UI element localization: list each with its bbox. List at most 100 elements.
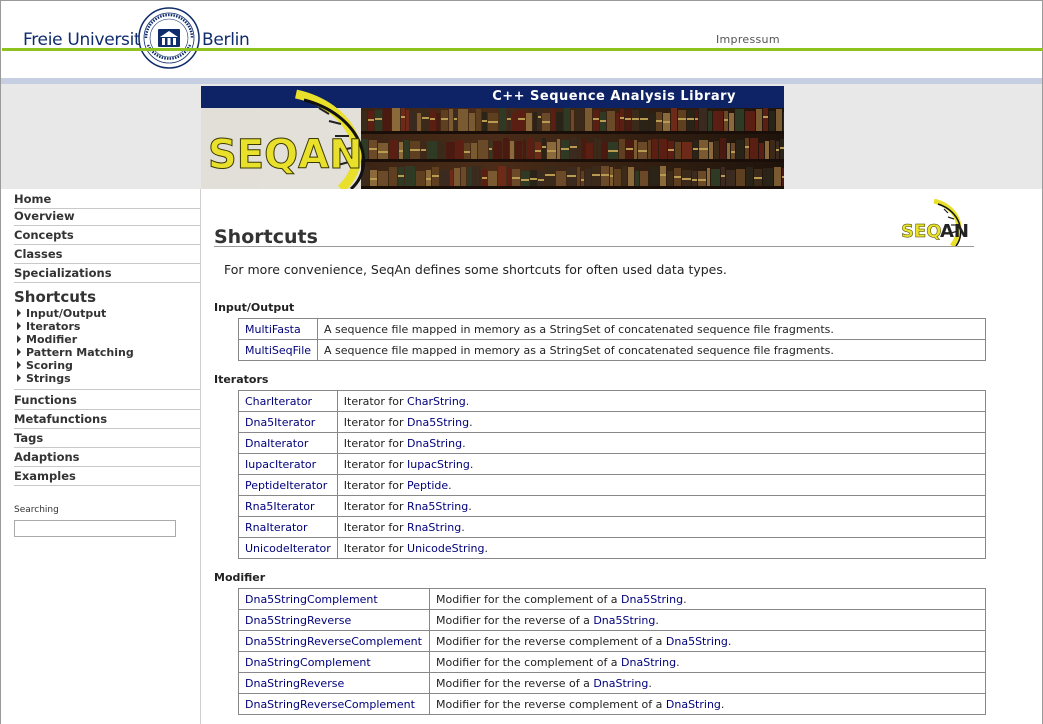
type-link[interactable]: Dna5String <box>407 416 469 429</box>
triangle-right-icon <box>17 348 21 356</box>
triangle-right-icon <box>17 322 21 330</box>
type-link[interactable]: DnaString <box>407 437 462 450</box>
sidebar-item-metafunctions[interactable]: Metafunctions <box>14 412 200 429</box>
sidebar-item-concepts[interactable]: Concepts <box>14 228 200 245</box>
type-link[interactable]: DnaString <box>621 656 676 669</box>
type-link[interactable]: CharString <box>407 395 466 408</box>
table-row: Dna5Iterator Iterator for Dna5String. <box>238 411 987 433</box>
shortcut-link[interactable]: PeptideIterator <box>245 479 327 492</box>
seqan-logo-text: SEQAN <box>208 132 363 178</box>
shortcut-description: Iterator for RnaString. <box>336 516 987 538</box>
seqan-banner: C++ Sequence Analysis Library SEQAN <box>201 86 784 189</box>
shortcut-link[interactable]: DnaStringReverseComplement <box>245 698 415 711</box>
shortcut-description: Iterator for CharString. <box>336 390 987 412</box>
shortcut-description: Modifier for the reverse of a Dna5String… <box>429 609 986 631</box>
sidebar-subitem-scoring[interactable]: Scoring <box>17 359 73 372</box>
impressum-link[interactable]: Impressum <box>716 33 780 46</box>
table-row: DnaStringComplement Modifier for the comp… <box>238 651 986 673</box>
shortcut-link[interactable]: IupacIterator <box>245 458 316 471</box>
sidebar-subitem-input-output[interactable]: Input/Output <box>17 307 106 320</box>
table-row: MultiSeqFile A sequence file mapped in m… <box>237 339 986 361</box>
search-label: Searching <box>14 505 59 515</box>
shortcuts-table-modifier: Dna5StringComplement Modifier for the com… <box>238 588 986 715</box>
table-row: Rna5Iterator Iterator for Rna5String. <box>238 495 987 517</box>
shortcut-link[interactable]: Dna5StringReverse <box>245 614 351 627</box>
sidebar-current-section[interactable]: Shortcuts <box>14 288 96 306</box>
sidebar-item-classes[interactable]: Classes <box>14 247 200 264</box>
sidebar-item-functions[interactable]: Functions <box>14 393 200 410</box>
seqan-small-logo-icon: SEQ AN <box>901 199 969 246</box>
sidebar-subitem-iterators[interactable]: Iterators <box>17 320 80 333</box>
shortcut-link[interactable]: DnaIterator <box>245 437 308 450</box>
table-row: DnaIterator Iterator for DnaString. <box>238 432 987 454</box>
triangle-right-icon <box>17 361 21 369</box>
table-row: DnaStringReverse Modifier for the reverse… <box>238 672 986 694</box>
table-row: Dna5StringComplement Modifier for the com… <box>238 588 986 610</box>
shortcut-link[interactable]: Dna5StringReverseComplement <box>245 635 422 648</box>
shortcut-link[interactable]: RnaIterator <box>245 521 308 534</box>
sidebar-subitem-pattern-matching[interactable]: Pattern Matching <box>17 346 134 359</box>
search-input[interactable] <box>14 520 176 537</box>
sidebar-subitem-modifier[interactable]: Modifier <box>17 333 77 346</box>
table-row: RnaIterator Iterator for RnaString. <box>238 516 987 538</box>
university-name-left: Freie Universität <box>23 30 157 50</box>
sidebar-item-overview[interactable]: Overview <box>14 209 200 226</box>
triangle-right-icon <box>17 335 21 343</box>
title-divider <box>214 246 974 247</box>
seqan-logo-icon: SEQAN <box>208 89 366 189</box>
triangle-right-icon <box>17 309 21 317</box>
svg-text:AN: AN <box>940 221 969 242</box>
shortcut-link[interactable]: MultiSeqFile <box>245 344 311 357</box>
shortcut-description: Iterator for Dna5String. <box>336 411 987 433</box>
sidebar-item-specializations[interactable]: Specializations <box>14 266 200 283</box>
shortcut-link[interactable]: Dna5StringComplement <box>245 593 378 606</box>
type-link[interactable]: Dna5String <box>593 614 655 627</box>
shortcut-description: Iterator for IupacString. <box>336 453 987 475</box>
sidebar-item-adaptions[interactable]: Adaptions <box>14 450 200 467</box>
shortcut-link[interactable]: UnicodeIterator <box>245 542 331 555</box>
shortcut-description: A sequence file mapped in memory as a St… <box>317 318 986 340</box>
type-link[interactable]: Dna5String <box>621 593 683 606</box>
shortcut-link[interactable]: DnaStringReverse <box>245 677 344 690</box>
type-link[interactable]: DnaString <box>593 677 648 690</box>
site-header: Freie Universität Berlin Impressum <box>1 1 1043 79</box>
type-link[interactable]: DnaString <box>666 698 721 711</box>
banner-title: C++ Sequence Analysis Library <box>492 89 736 104</box>
shortcut-link[interactable]: CharIterator <box>245 395 312 408</box>
shortcut-description: Iterator for Peptide. <box>336 474 987 496</box>
shortcut-description: A sequence file mapped in memory as a St… <box>317 339 986 361</box>
sidebar-subitem-strings[interactable]: Strings <box>17 372 71 385</box>
type-link[interactable]: Dna5String <box>666 635 728 648</box>
sidebar-divider <box>14 389 200 390</box>
table-row: DnaStringReverseComplement Modifier for t… <box>238 693 986 715</box>
table-row: CharIterator Iterator for CharString. <box>238 390 987 412</box>
svg-text:SEQ: SEQ <box>901 221 942 242</box>
sidebar-item-tags[interactable]: Tags <box>14 431 200 448</box>
shortcut-description: Iterator for DnaString. <box>336 432 987 454</box>
table-row: MultiFasta A sequence file mapped in mem… <box>237 318 986 340</box>
header-green-divider <box>2 48 1043 51</box>
sidebar-item-home[interactable]: Home <box>14 192 200 209</box>
type-link[interactable]: Rna5String <box>407 500 468 513</box>
type-link[interactable]: Peptide <box>407 479 448 492</box>
shortcut-link[interactable]: Dna5Iterator <box>245 416 315 429</box>
type-link[interactable]: RnaString <box>407 521 461 534</box>
shortcut-description: Modifier for the reverse of a DnaString. <box>429 672 986 694</box>
section-title-input-output: Input/Output <box>214 301 295 314</box>
table-row: PeptideIterator Iterator for Peptide. <box>238 474 987 496</box>
section-title-modifier: Modifier <box>214 571 266 584</box>
section-title-iterators: Iterators <box>214 373 269 386</box>
shortcut-description: Iterator for UnicodeString. <box>336 537 987 559</box>
shortcut-link[interactable]: Rna5Iterator <box>245 500 315 513</box>
shortcut-description: Iterator for Rna5String. <box>336 495 987 517</box>
table-row: IupacIterator Iterator for IupacString. <box>238 453 987 475</box>
shortcut-link[interactable]: DnaStringComplement <box>245 656 371 669</box>
shortcut-description: Modifier for the complement of a DnaStri… <box>429 651 986 673</box>
shortcut-link[interactable]: MultiFasta <box>245 323 301 336</box>
type-link[interactable]: IupacString <box>407 458 470 471</box>
sidebar: Home Overview Concepts Classes Specializ… <box>1 189 201 724</box>
sidebar-item-examples[interactable]: Examples <box>14 469 200 486</box>
type-link[interactable]: UnicodeString <box>407 542 484 555</box>
university-name-right: Berlin <box>202 30 250 50</box>
shortcut-description: Modifier for the complement of a Dna5Str… <box>429 588 986 610</box>
